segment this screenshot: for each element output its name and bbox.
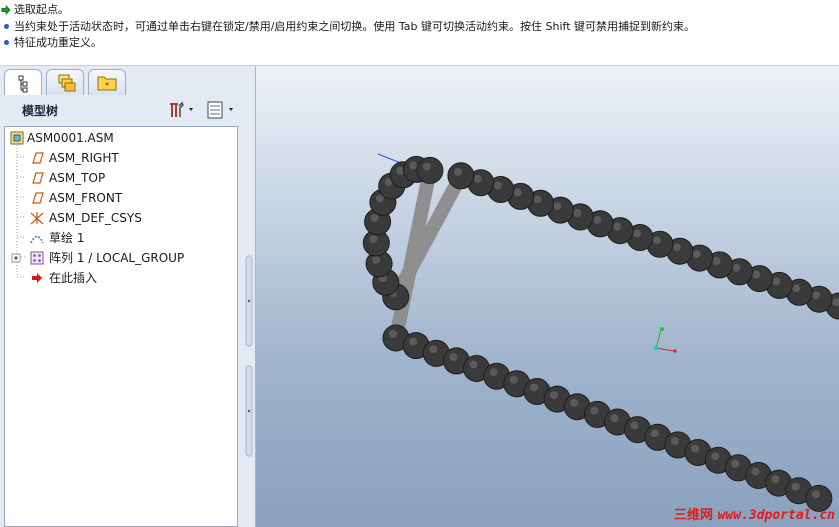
arrow-right-icon — [1, 5, 11, 15]
watermark: 三维网 www.3dportal.cn — [674, 504, 835, 523]
chain-roller-highlight — [711, 452, 720, 461]
chain-roller-highlight — [409, 161, 418, 170]
roller-chain-model — [362, 153, 839, 512]
chain-roller-highlight — [751, 467, 760, 476]
chain-roller-highlight — [469, 360, 478, 369]
tree-node-label: ASM_TOP — [49, 171, 106, 185]
message-line: 特征成功重定义。 — [4, 35, 102, 51]
chain-roller-highlight — [610, 414, 619, 422]
model-tree: ASM0001.ASM ASM_RIGHT ASM_TOP ASM_FRONT — [4, 126, 238, 527]
message-line: 选取起点。 — [1, 2, 69, 18]
chain-roller-highlight — [570, 398, 579, 407]
chain-roller-highlight — [792, 284, 801, 293]
message-area: 选取起点。 当约束处于活动状态时，可通过单击右键在锁定/禁用/启用约束之间切换。… — [0, 0, 839, 66]
watermark-url: www.3dportal.cn — [717, 508, 835, 523]
chain-roller-highlight — [812, 291, 821, 300]
chain-roller-highlight — [369, 235, 378, 243]
tree-header: 模型树 — [4, 95, 246, 125]
layers-icon — [58, 74, 76, 92]
chain-roller-highlight — [652, 236, 661, 245]
chain-roller — [416, 156, 444, 184]
tools-icon — [170, 101, 193, 117]
folder-star-icon: * — [97, 76, 117, 91]
chain-roller-highlight — [553, 202, 562, 211]
chain-roller-highlight — [613, 222, 622, 231]
tree-node-label: ASM_DEF_CSYS — [49, 211, 142, 225]
chain-roller-highlight — [732, 263, 741, 272]
chain-roller-highlight — [509, 375, 518, 384]
bullet-icon — [4, 24, 9, 29]
datum-plane-icon — [32, 152, 44, 164]
message-text: 特征成功重定义。 — [14, 36, 102, 49]
chain-roller-highlight — [429, 345, 438, 354]
chain-roller-highlight — [691, 444, 699, 453]
chain-roller-highlight — [771, 475, 780, 484]
expand-plus-icon[interactable] — [11, 253, 21, 263]
model-tree-icon — [18, 75, 28, 93]
chain-rollers — [362, 155, 839, 512]
csys-triad-icon — [653, 327, 677, 353]
pattern-icon — [30, 251, 44, 265]
chain-roller-highlight — [493, 181, 502, 190]
app-window: 选取起点。 当约束处于活动状态时，可通过单击右键在锁定/禁用/启用约束之间切换。… — [0, 0, 839, 527]
watermark-cn: 三维网 — [674, 508, 714, 523]
chain-roller-highlight — [409, 337, 418, 346]
chain-roller-highlight — [772, 277, 781, 286]
chain-roller-highlight — [389, 330, 397, 338]
chain-roller-highlight — [633, 229, 641, 238]
chain-roller-highlight — [593, 215, 602, 224]
navigator-panel: * 模型树 ASM0001.ASM ASM_RIGHT ASM_TOP ASM_… — [0, 66, 256, 527]
tree-settings-button[interactable] — [166, 99, 200, 121]
chain-roller-highlight — [422, 162, 431, 171]
tree-node-label: ASM_FRONT — [49, 191, 123, 205]
chain-roller-highlight — [811, 490, 820, 499]
chain-roller-highlight — [670, 436, 679, 445]
message-text: 选取起点。 — [14, 3, 69, 16]
chain-roller-highlight — [453, 167, 462, 176]
chain-roller — [447, 162, 475, 190]
panel-splitter[interactable] — [244, 246, 254, 466]
chain-roller-highlight — [513, 188, 522, 197]
assembly-icon — [10, 131, 24, 145]
chain-roller-highlight — [791, 482, 800, 491]
tree-node-label: 在此插入 — [49, 271, 98, 285]
chain-roller-highlight — [672, 243, 681, 252]
datum-plane-icon — [32, 172, 44, 184]
chain-roller-highlight — [533, 195, 542, 204]
tree-node-label: 草绘 1 — [49, 231, 85, 245]
chain-roller-highlight — [530, 383, 538, 392]
chain-roller-highlight — [550, 391, 559, 400]
chain-roller-highlight — [372, 255, 381, 264]
chain-roller-highlight — [590, 406, 599, 415]
tree-node-label: ASM_RIGHT — [49, 151, 119, 165]
sketch-icon — [30, 235, 44, 244]
chain-roller-highlight — [752, 270, 761, 279]
tree-node-label: 阵列 1 / LOCAL_GROUP — [49, 251, 185, 265]
chain-roller-highlight — [449, 352, 458, 361]
chain-roller-highlight — [712, 256, 721, 265]
layers-tab[interactable] — [46, 69, 84, 95]
favorites-tab[interactable]: * — [88, 69, 126, 95]
svg-text:*: * — [105, 81, 109, 90]
chain-roller-highlight — [630, 421, 639, 430]
chain-roller-highlight — [650, 429, 659, 438]
chain-roller-highlight — [489, 368, 498, 377]
tree-title: 模型树 — [22, 104, 59, 118]
insert-here-arrow-icon — [32, 273, 42, 283]
model-tree-tab[interactable] — [4, 69, 42, 95]
chain-roller-highlight — [473, 174, 482, 183]
chain-roller-highlight — [573, 208, 582, 217]
bullet-icon — [4, 40, 9, 45]
list-icon — [207, 101, 233, 119]
chain-roller-highlight — [692, 250, 701, 259]
chain-roller-highlight — [731, 459, 740, 468]
tree-node-label: ASM0001.ASM — [27, 131, 114, 145]
datum-plane-icon — [32, 192, 44, 204]
tree-columns-button[interactable] — [204, 99, 240, 121]
csys-icon — [30, 212, 44, 225]
graphics-viewport[interactable]: 三维网 www.3dportal.cn — [256, 66, 839, 527]
message-text: 当约束处于活动状态时，可通过单击右键在锁定/禁用/启用约束之间切换。使用 Tab… — [14, 20, 696, 33]
message-line: 当约束处于活动状态时，可通过单击右键在锁定/禁用/启用约束之间切换。使用 Tab… — [4, 19, 696, 35]
chain-roller-highlight — [370, 213, 379, 222]
